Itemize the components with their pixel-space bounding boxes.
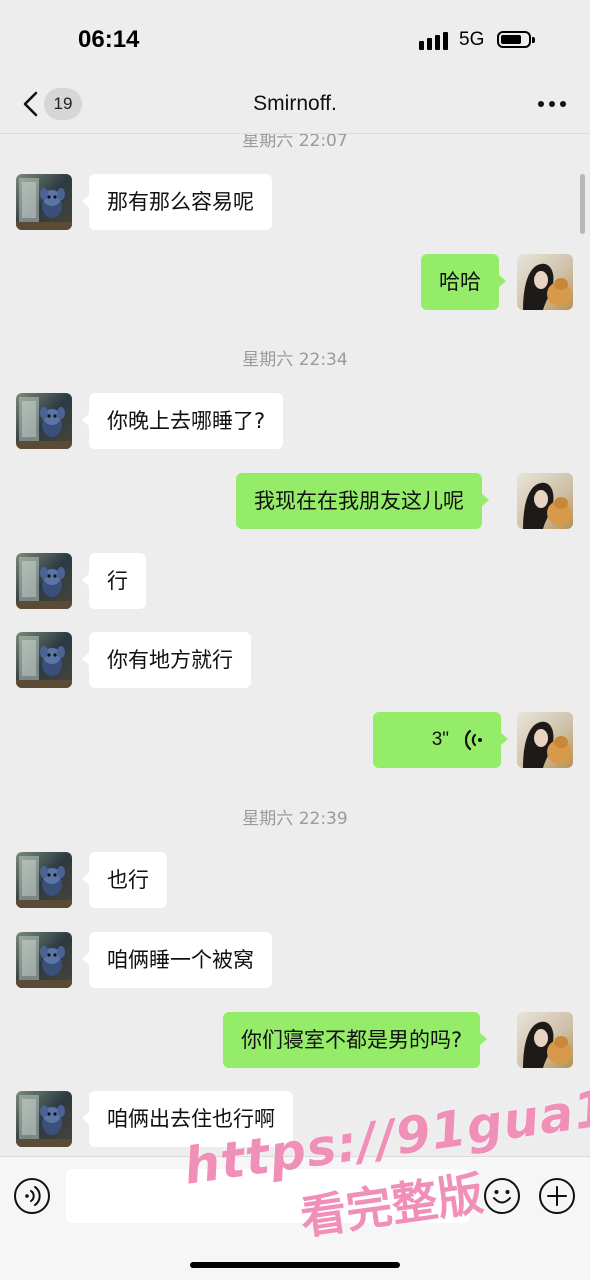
message-bubble-outgoing[interactable]: 你们寝室不都是男的吗? bbox=[223, 1012, 488, 1068]
home-indicator[interactable] bbox=[190, 1262, 400, 1268]
contact-avatar[interactable] bbox=[16, 932, 72, 988]
timestamp: 星期六 22:34 bbox=[242, 350, 348, 370]
message-bubble-incoming[interactable]: 行 bbox=[82, 553, 146, 609]
my-avatar[interactable] bbox=[517, 712, 573, 768]
network-type: 5G bbox=[459, 29, 485, 50]
emoji-icon[interactable] bbox=[483, 1177, 521, 1215]
message-bubble-incoming[interactable]: 咱俩出去住也行啊 bbox=[82, 1091, 293, 1147]
my-avatar[interactable] bbox=[517, 254, 573, 310]
voice-duration: 3" bbox=[431, 729, 449, 750]
contact-avatar[interactable] bbox=[16, 1091, 72, 1147]
message-list[interactable]: 星期六 22:07 那有那么容易呢 哈哈 星期六 22:34 你晚上去哪睡了? … bbox=[0, 134, 590, 1156]
voice-message-bubble[interactable]: 3" bbox=[373, 712, 508, 768]
message-input[interactable] bbox=[66, 1169, 470, 1223]
contact-avatar[interactable] bbox=[16, 393, 72, 449]
my-avatar[interactable] bbox=[517, 1012, 573, 1068]
voice-wave-icon bbox=[465, 729, 482, 751]
message-bubble-outgoing[interactable]: 哈哈 bbox=[421, 254, 506, 310]
battery-icon bbox=[497, 31, 535, 48]
message-bubble-outgoing[interactable]: 我现在在我朋友这儿呢 bbox=[236, 473, 489, 529]
contact-avatar[interactable] bbox=[16, 632, 72, 688]
status-bar: 06:14 5G bbox=[0, 0, 590, 80]
message-bubble-incoming[interactable]: 你有地方就行 bbox=[82, 632, 251, 688]
contact-avatar[interactable] bbox=[16, 553, 72, 609]
timestamp: 星期六 22:07 bbox=[242, 134, 348, 151]
contact-avatar[interactable] bbox=[16, 174, 72, 230]
voice-input-icon[interactable] bbox=[13, 1177, 51, 1215]
message-bubble-incoming[interactable]: 你晚上去哪睡了? bbox=[81, 393, 284, 449]
scrollbar[interactable] bbox=[580, 174, 585, 234]
message-bubble-incoming[interactable]: 咱俩睡一个被窝 bbox=[82, 932, 272, 988]
contact-avatar[interactable] bbox=[16, 852, 72, 908]
plus-icon[interactable] bbox=[538, 1177, 576, 1215]
timestamp: 星期六 22:39 bbox=[242, 809, 348, 829]
message-bubble-incoming[interactable]: 也行 bbox=[82, 852, 167, 908]
more-icon[interactable] bbox=[532, 92, 572, 116]
my-avatar[interactable] bbox=[517, 473, 573, 529]
cellular-signal-icon bbox=[419, 32, 448, 50]
chat-header: 19 Smirnoff. bbox=[0, 80, 590, 134]
status-time: 06:14 bbox=[78, 26, 140, 53]
chat-title: Smirnoff. bbox=[253, 92, 337, 115]
message-bubble-incoming[interactable]: 那有那么容易呢 bbox=[82, 174, 272, 230]
